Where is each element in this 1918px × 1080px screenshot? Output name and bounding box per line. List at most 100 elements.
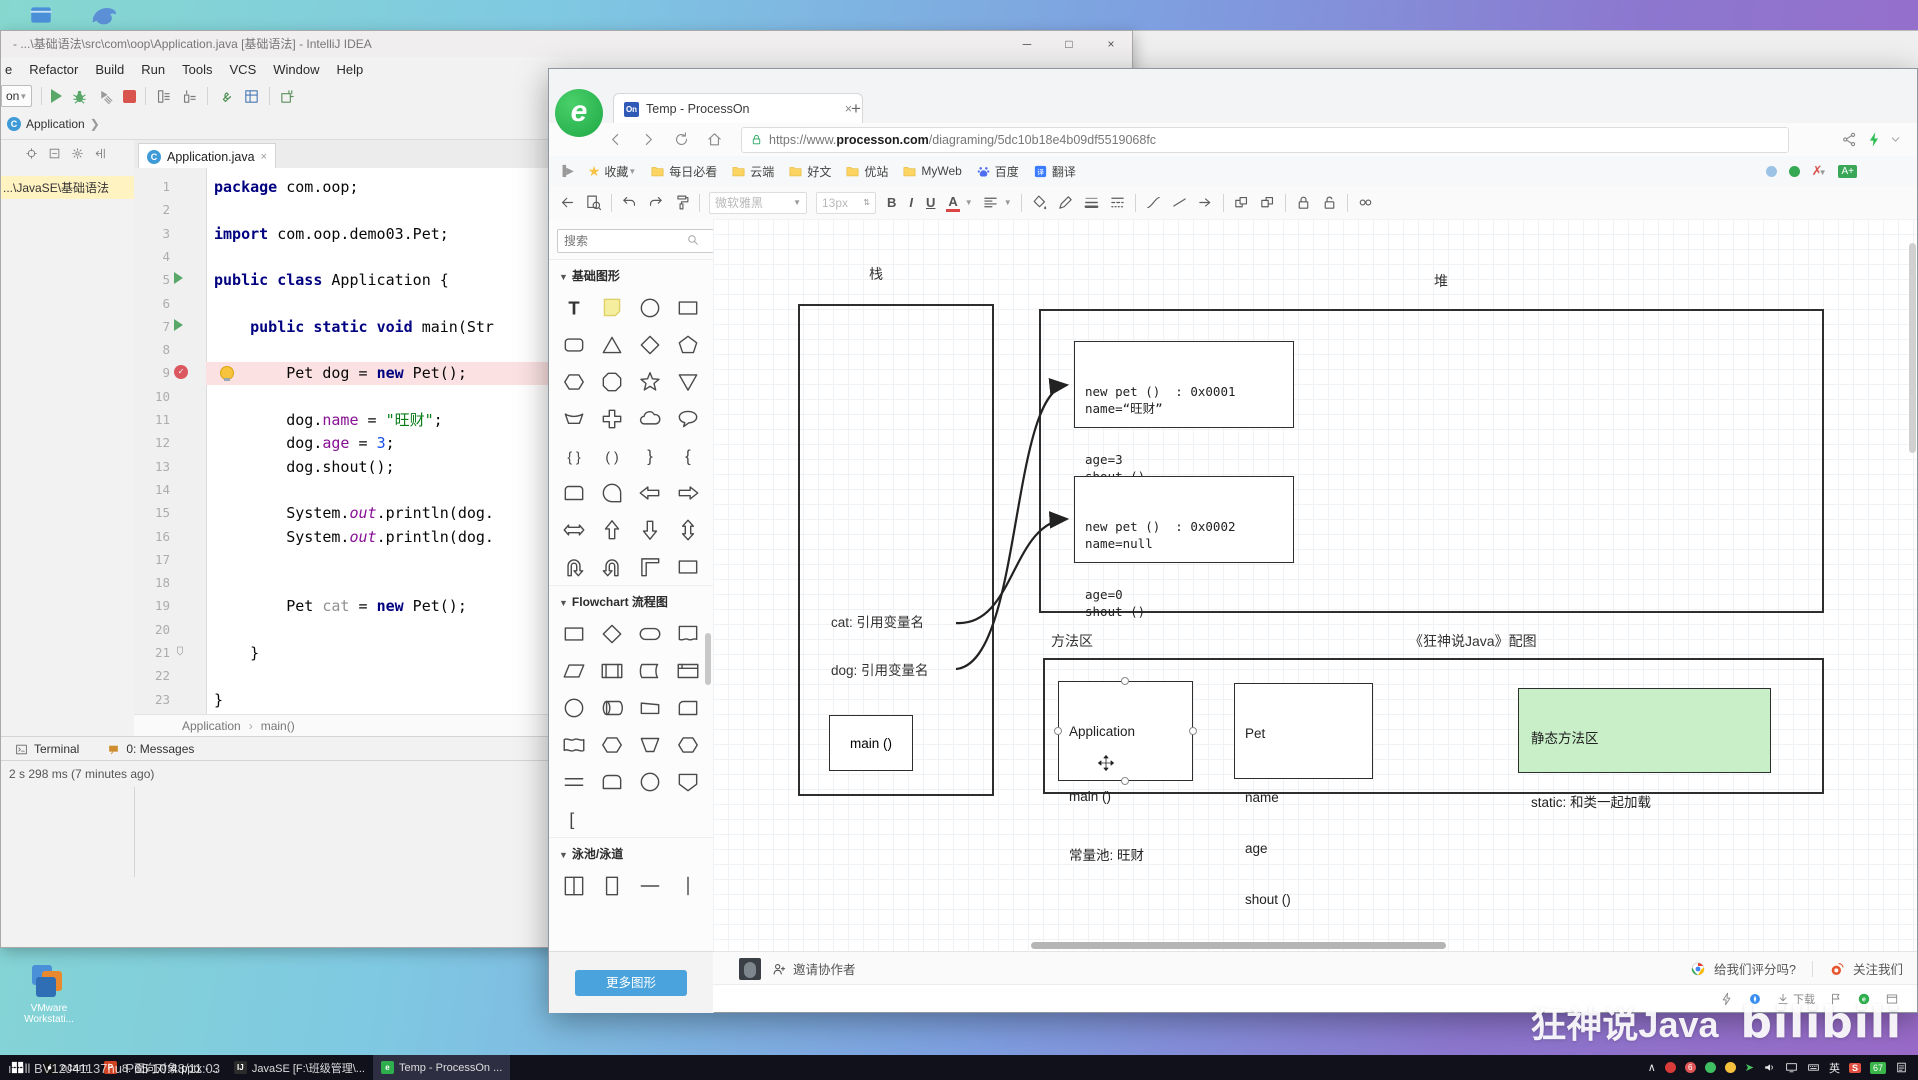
debug-icon[interactable] <box>71 88 88 105</box>
shape-uturn2-icon[interactable] <box>593 548 631 585</box>
line-color-icon[interactable] <box>1057 194 1074 211</box>
shape-vline-icon[interactable] <box>669 867 707 904</box>
shape-invtriangle-icon[interactable] <box>669 363 707 400</box>
stop-icon[interactable] <box>123 89 137 103</box>
address-bar[interactable]: https://www.processon.com/diagraming/5dc… <box>741 126 1789 153</box>
canvas-hscrollbar[interactable] <box>1031 942 1446 949</box>
application-class-box[interactable]: Application main () 常量池: 旺财 <box>1058 681 1193 863</box>
redo-icon[interactable] <box>647 194 664 211</box>
breadcrumb-method[interactable]: main() <box>261 719 295 733</box>
build-column-icon[interactable] <box>155 88 172 105</box>
bookmark-item[interactable]: 云端 <box>731 163 774 180</box>
line-width-icon[interactable] <box>1083 194 1100 211</box>
connector-arrow-icon[interactable] <box>1197 194 1214 211</box>
shape-corner-icon[interactable] <box>631 548 669 585</box>
desktop-icon-vmware[interactable]: VMware Workstati... <box>10 965 88 1025</box>
shape-diamond-icon[interactable] <box>593 615 631 652</box>
shape-diamond-icon[interactable] <box>631 326 669 363</box>
gutter-line[interactable]: 22 <box>134 665 206 688</box>
shape-card-icon[interactable] <box>669 689 707 726</box>
menu-item-run[interactable]: Run <box>141 62 165 77</box>
breakpoint-icon[interactable]: ✓ <box>174 365 188 380</box>
hide-panel-icon[interactable] <box>94 147 107 160</box>
diagram-canvas[interactable]: 栈 堆 new pet () : 0x0001name=“旺财” age=3sh… <box>713 219 1917 951</box>
touch-keyboard-icon[interactable] <box>1807 1061 1820 1074</box>
shape-trap2-icon[interactable] <box>631 689 669 726</box>
cat-ref-label[interactable]: cat: 引用变量名 <box>831 611 924 631</box>
shape-cylh-icon[interactable] <box>593 689 631 726</box>
coverage-icon[interactable] <box>97 88 114 105</box>
notes-icon[interactable] <box>1895 1061 1908 1074</box>
run-icon[interactable] <box>51 89 63 103</box>
shape-sticky-icon[interactable] <box>593 289 631 326</box>
input-language[interactable]: 英 <box>1829 1060 1840 1076</box>
locate-icon[interactable] <box>25 147 38 160</box>
shape-circle-icon[interactable] <box>631 289 669 326</box>
shape-pool2-icon[interactable] <box>555 867 593 904</box>
gutter-line[interactable]: 21 <box>134 642 206 665</box>
tray-app-icon[interactable] <box>1724 1062 1736 1073</box>
gutter-line[interactable]: 18 <box>134 572 206 595</box>
bookmark-item[interactable]: 每日必看 <box>650 163 717 180</box>
shape-arrowR-icon[interactable] <box>669 474 707 511</box>
shape-cloud-icon[interactable] <box>631 400 669 437</box>
shape-callout-icon[interactable] <box>669 400 707 437</box>
fill-color-icon[interactable] <box>1031 194 1048 211</box>
selection-handle[interactable] <box>1121 677 1129 685</box>
bookmark-translate[interactable]: 译 翻译 <box>1033 163 1076 180</box>
dog-ref-label[interactable]: dog: 引用变量名 <box>831 659 929 679</box>
panel-scrollbar[interactable] <box>705 633 711 685</box>
menu-item-vcs[interactable]: VCS <box>230 62 257 77</box>
shape-para-icon[interactable] <box>555 652 593 689</box>
shape-rbrace-icon[interactable]: } <box>631 437 669 474</box>
extension-icon[interactable] <box>1765 165 1777 177</box>
shape-plus-icon[interactable] <box>593 400 631 437</box>
menu-item-window[interactable]: Window <box>273 62 319 77</box>
plugin-icon[interactable] <box>279 88 296 105</box>
ide-minimize-button[interactable]: ─ <box>1006 31 1048 57</box>
ide-maximize-button[interactable]: □ <box>1048 31 1090 57</box>
volume-icon[interactable] <box>1763 1061 1776 1074</box>
back-icon[interactable] <box>607 131 624 148</box>
main-frame-box[interactable]: main () <box>829 715 913 771</box>
shape-rect-icon[interactable] <box>669 548 707 585</box>
shape-arrowU-icon[interactable] <box>593 511 631 548</box>
selection-handle[interactable] <box>1121 777 1129 785</box>
connector-curve-icon[interactable] <box>1145 194 1162 211</box>
unlock-icon[interactable] <box>1321 194 1338 211</box>
network-icon[interactable] <box>1785 1061 1798 1074</box>
gutter-line[interactable]: 16 <box>134 526 206 549</box>
shape-hline-icon[interactable] <box>631 867 669 904</box>
shape-bracketL-icon[interactable]: [ <box>555 800 593 837</box>
bolt-icon[interactable] <box>1866 131 1883 148</box>
shape-hexagon-icon[interactable] <box>555 363 593 400</box>
link-icon[interactable] <box>1357 194 1374 211</box>
structure-icon[interactable] <box>243 88 260 105</box>
taskbar-item[interactable]: e Temp - ProcessOn ... <box>372 1055 511 1080</box>
gutter-line[interactable]: 2 <box>134 199 206 222</box>
browser-tab[interactable]: On Temp - ProcessOn × <box>613 93 863 124</box>
scissors-icon[interactable]: ✗▼ <box>1812 163 1827 179</box>
shape-parenpair-icon[interactable]: ( ) <box>593 437 631 474</box>
italic-button[interactable]: I <box>907 195 915 210</box>
gutter-line[interactable]: 23 <box>134 689 206 712</box>
selection-handle[interactable] <box>1189 727 1197 735</box>
breadcrumb-class[interactable]: Application <box>182 719 241 733</box>
gutter-line[interactable]: 7 <box>134 316 206 339</box>
shape-rect-icon[interactable] <box>555 615 593 652</box>
shape-lbrace-icon[interactable]: { <box>669 437 707 474</box>
heap-object-1[interactable]: new pet () : 0x0001name=“旺财” age=3shout … <box>1074 341 1294 484</box>
align-icon[interactable] <box>982 194 999 211</box>
terminal-tab[interactable]: Terminal <box>15 742 79 756</box>
tray-app-icon[interactable] <box>1664 1062 1676 1073</box>
shape-hexagon-icon[interactable] <box>669 726 707 763</box>
more-shapes-button[interactable]: 更多图形 <box>575 969 687 996</box>
shape-arctrap-icon[interactable] <box>555 400 593 437</box>
ide-close-button[interactable]: × <box>1090 31 1132 57</box>
bookmark-item[interactable]: MyWeb <box>902 163 962 180</box>
shape-topbar-icon[interactable] <box>669 652 707 689</box>
gutter-line[interactable]: 12 <box>134 432 206 455</box>
shape-stadium-icon[interactable] <box>631 615 669 652</box>
gutter-line[interactable]: 11 <box>134 409 206 432</box>
bookmark-favorites[interactable]: ★ 收藏 ▼ <box>588 163 637 180</box>
